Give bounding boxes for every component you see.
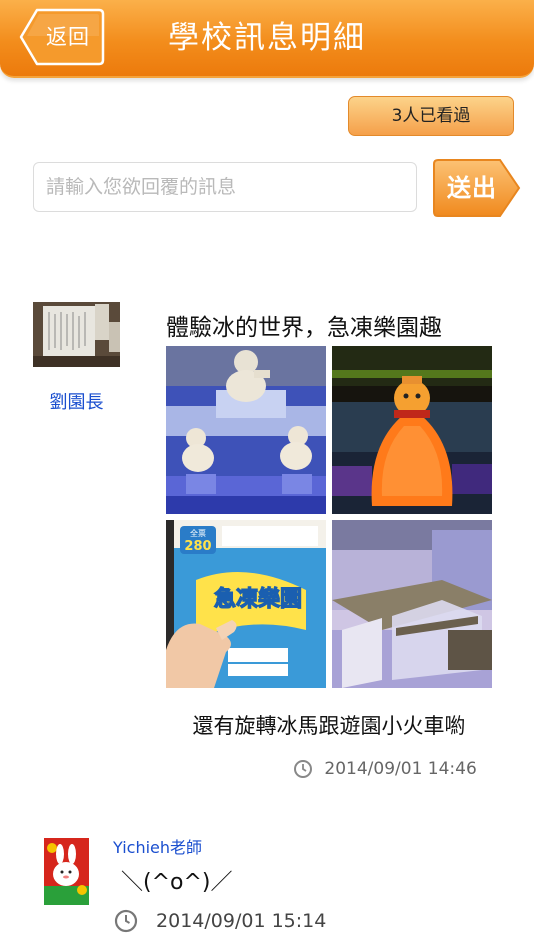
post-timestamp: 2014/09/01 14:46: [293, 759, 493, 783]
comment-time-text: 2014/09/01 15:14: [156, 910, 327, 932]
post-photo-ticket[interactable]: 全票 280 急凍樂園: [166, 520, 326, 688]
ticket-price: 280: [184, 539, 211, 554]
post-photo-snowman[interactable]: [166, 346, 326, 514]
clock-icon: [294, 760, 312, 778]
clock-icon: [114, 909, 138, 933]
send-button[interactable]: 送出: [432, 158, 521, 218]
top-navigation-bar: 學校訊息明細 返回: [0, 0, 534, 78]
post-time-text: 2014/09/01 14:46: [324, 759, 477, 779]
avatar-photo-image: [33, 302, 120, 367]
post-photo-orange-sculpture[interactable]: [332, 346, 492, 514]
orange-ice-sculpture-photo: [332, 346, 492, 514]
viewed-count-button[interactable]: 3人已看過: [348, 96, 514, 136]
snowman-ice-sculpture-photo: [166, 346, 326, 514]
comment-text: ＼(^o^)／: [121, 870, 233, 895]
reply-input[interactable]: [33, 162, 417, 212]
commenter-avatar[interactable]: [44, 838, 89, 905]
post-caption: 還有旋轉冰馬跟遊園小火車喲: [192, 714, 466, 738]
rabbit-avatar-image: [44, 838, 89, 905]
back-button[interactable]: 返回: [19, 8, 105, 66]
comment-timestamp: 2014/09/01 15:14: [114, 909, 326, 933]
author-avatar[interactable]: [33, 302, 120, 367]
ticket-in-hand-photo: 全票 280 急凍樂園: [166, 520, 326, 688]
ticket-brand-text: 急凍樂園: [214, 586, 302, 612]
post-photo-ice-bench[interactable]: [332, 520, 492, 688]
post-title: 體驗冰的世界，急凍樂園趣: [166, 315, 442, 341]
send-button-label: 送出: [447, 174, 497, 202]
back-button-label: 返回: [46, 25, 90, 49]
post-author-name[interactable]: 劉園長: [33, 388, 120, 414]
commenter-name[interactable]: Yichieh老師: [113, 834, 202, 858]
svg-text:全票: 全票: [190, 528, 206, 538]
ice-bench-photo: [332, 520, 492, 688]
